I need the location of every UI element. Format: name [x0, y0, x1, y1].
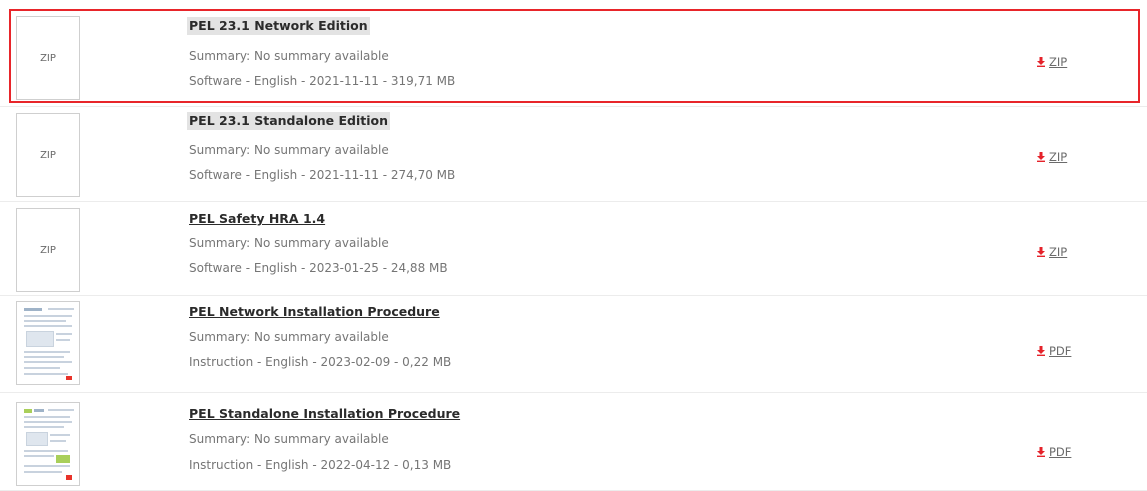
download-row: PEL Network Installation Procedure Summa… — [0, 296, 1147, 393]
download-title[interactable]: PEL Safety HRA 1.4 — [189, 210, 325, 228]
download-link[interactable]: PDF — [1037, 343, 1071, 359]
download-title[interactable]: PEL Network Installation Procedure — [189, 303, 440, 321]
zip-thumbnail-icon: ZIP — [16, 16, 80, 100]
pdf-document-thumbnail-icon — [16, 301, 80, 385]
download-link[interactable]: PDF — [1037, 444, 1071, 460]
download-link-label: PDF — [1049, 445, 1072, 459]
download-row: ZIP PEL 23.1 Standalone Edition Summary:… — [0, 107, 1147, 202]
download-summary: Summary: No summary available — [189, 236, 389, 250]
download-meta: Software - English - 2021-11-11 - 319,71… — [189, 74, 456, 88]
download-arrow-icon — [1037, 346, 1045, 356]
download-link-label: ZIP — [1049, 245, 1068, 259]
download-link-label: ZIP — [1049, 150, 1068, 164]
thumbnail-label: ZIP — [40, 244, 56, 256]
download-link[interactable]: ZIP — [1037, 149, 1067, 165]
pdf-document-thumbnail-icon — [16, 402, 80, 486]
document-preview — [22, 407, 74, 481]
download-link[interactable]: ZIP — [1037, 54, 1067, 70]
download-meta: Software - English - 2021-11-11 - 274,70… — [189, 168, 456, 182]
download-arrow-icon — [1037, 152, 1045, 162]
download-title[interactable]: PEL 23.1 Standalone Edition — [187, 112, 391, 130]
zip-thumbnail-icon: ZIP — [16, 113, 80, 197]
download-arrow-icon — [1037, 447, 1045, 457]
thumbnail-label: ZIP — [40, 149, 56, 161]
download-arrow-icon — [1037, 57, 1045, 67]
thumbnail-label: ZIP — [40, 52, 56, 64]
download-meta: Instruction - English - 2023-02-09 - 0,2… — [189, 355, 452, 369]
downloads-list: ZIP PEL 23.1 Network Edition Summary: No… — [0, 0, 1147, 491]
download-title[interactable]: PEL 23.1 Network Edition — [187, 17, 370, 35]
download-meta: Instruction - English - 2022-04-12 - 0,1… — [189, 458, 452, 472]
download-summary: Summary: No summary available — [189, 143, 389, 157]
download-title[interactable]: PEL Standalone Installation Procedure — [189, 405, 460, 423]
download-arrow-icon — [1037, 247, 1045, 257]
download-link-label: PDF — [1049, 344, 1072, 358]
download-summary: Summary: No summary available — [189, 49, 389, 63]
download-row: PEL Standalone Installation Procedure Su… — [0, 393, 1147, 491]
download-summary: Summary: No summary available — [189, 330, 389, 344]
download-link[interactable]: ZIP — [1037, 244, 1067, 260]
download-summary: Summary: No summary available — [189, 432, 389, 446]
download-link-label: ZIP — [1049, 55, 1068, 69]
download-row: ZIP PEL Safety HRA 1.4 Summary: No summa… — [0, 202, 1147, 296]
download-meta: Software - English - 2023-01-25 - 24,88 … — [189, 261, 448, 275]
zip-thumbnail-icon: ZIP — [16, 208, 80, 292]
download-row: ZIP PEL 23.1 Network Edition Summary: No… — [0, 0, 1147, 107]
document-preview — [22, 306, 74, 380]
